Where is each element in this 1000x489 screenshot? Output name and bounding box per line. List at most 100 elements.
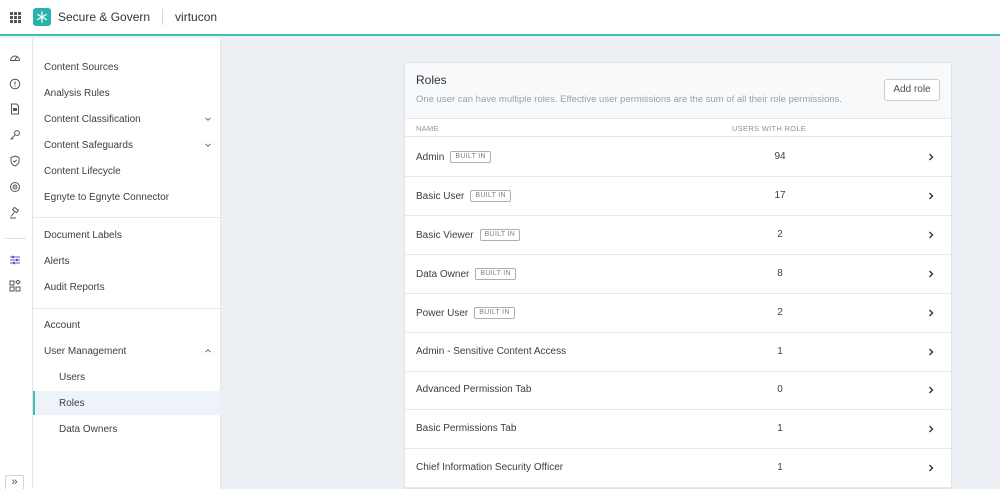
nav-item-user-management[interactable]: User Management	[33, 339, 221, 363]
roles-card-header: Roles One user can have multiple roles. …	[405, 63, 951, 119]
settings-nav: Content Sources Analysis Rules Content C…	[33, 38, 221, 489]
sliders-icon[interactable]	[8, 253, 22, 267]
page-subtitle: One user can have multiple roles. Effect…	[416, 94, 842, 105]
built-in-badge: BUILT IN	[479, 229, 521, 241]
nav-item-analysis-rules[interactable]: Analysis Rules	[33, 81, 221, 105]
users-count: 1	[777, 423, 783, 434]
built-in-badge: BUILT IN	[470, 190, 511, 202]
table-header: NAME USERS WITH ROLE	[405, 119, 951, 137]
table-row[interactable]: Admin BUILT IN 94	[405, 138, 951, 177]
brand-logo-icon	[33, 8, 51, 26]
chevron-right-icon[interactable]	[927, 385, 935, 395]
document-icon[interactable]	[8, 102, 22, 116]
nav-item-label: Data Owners	[59, 423, 118, 435]
nav-item-content-classification[interactable]: Content Classification	[33, 107, 221, 131]
role-name: Admin - Sensitive Content Access	[416, 346, 567, 357]
add-role-button[interactable]: Add role	[884, 79, 940, 101]
nav-item-label: Egnyte to Egnyte Connector	[44, 191, 170, 203]
chevron-right-icon[interactable]	[927, 308, 935, 318]
nav-item-label: Content Classification	[44, 113, 141, 125]
top-bar: Secure & Govern virtucon	[0, 0, 1000, 36]
chevron-right-icon[interactable]	[927, 230, 935, 240]
chevron-right-icon[interactable]	[927, 191, 935, 201]
table-row[interactable]: Basic Permissions Tab 1	[405, 410, 951, 449]
nav-item-label: Content Sources	[44, 61, 119, 73]
nav-item-label: Analysis Rules	[44, 87, 110, 99]
role-name: Data Owner	[416, 268, 470, 280]
nav-item-account[interactable]: Account	[33, 313, 221, 337]
chevron-right-icon[interactable]	[927, 269, 935, 279]
users-count: 0	[777, 384, 783, 395]
shield-icon[interactable]	[8, 154, 22, 168]
nav-item-egnyte-connector[interactable]: Egnyte to Egnyte Connector	[33, 185, 221, 209]
app-title: Secure & Govern	[58, 10, 151, 24]
role-name: Power User	[416, 307, 469, 319]
nav-item-content-safeguards[interactable]: Content Safeguards	[33, 133, 221, 157]
nav-item-data-owners[interactable]: Data Owners	[33, 417, 221, 441]
nav-item-label: Alerts	[44, 255, 70, 267]
nav-divider	[33, 217, 221, 218]
rail-divider	[5, 238, 26, 239]
gavel-icon[interactable]	[8, 206, 22, 220]
nav-item-document-labels[interactable]: Document Labels	[33, 223, 221, 247]
table-row[interactable]: Basic User BUILT IN 17	[405, 177, 951, 216]
chevron-down-icon	[205, 117, 211, 121]
target-icon[interactable]	[8, 180, 22, 194]
nav-item-content-sources[interactable]: Content Sources	[33, 55, 221, 79]
chevron-right-icon[interactable]	[927, 152, 935, 162]
nav-item-label: User Management	[44, 345, 127, 357]
users-count: 2	[777, 307, 783, 318]
role-name: Admin	[416, 151, 445, 163]
key-icon[interactable]	[8, 128, 22, 142]
nav-item-alerts[interactable]: Alerts	[33, 249, 221, 273]
table-row[interactable]: Chief Information Security Officer 1	[405, 449, 951, 488]
expand-rail-button[interactable]: »	[5, 475, 24, 489]
table-row[interactable]: Data Owner BUILT IN 8	[405, 255, 951, 294]
chevron-right-icon[interactable]	[927, 424, 935, 434]
users-count: 1	[777, 462, 783, 473]
built-in-badge: BUILT IN	[475, 268, 516, 280]
table-row[interactable]: Power User BUILT IN 2	[405, 294, 951, 333]
users-count: 1	[777, 346, 783, 357]
chevron-down-icon	[205, 143, 211, 147]
nav-item-label: Document Labels	[44, 229, 122, 241]
role-name: Basic User	[416, 190, 465, 202]
role-name: Advanced Permission Tab	[416, 384, 532, 395]
dashboard-icon[interactable]	[8, 51, 22, 65]
icon-rail: »	[0, 38, 33, 489]
table-row[interactable]: Basic Viewer BUILT IN 2	[405, 216, 951, 255]
built-in-badge: BUILT IN	[474, 307, 515, 319]
apps-icon[interactable]	[8, 279, 22, 293]
nav-item-label: Content Safeguards	[44, 139, 133, 151]
nav-item-roles[interactable]: Roles	[33, 391, 221, 415]
info-icon[interactable]	[8, 77, 22, 91]
app-grid-icon[interactable]	[0, 0, 30, 35]
chevron-right-icon[interactable]	[927, 347, 935, 357]
nav-item-users[interactable]: Users	[33, 365, 221, 389]
nav-divider	[33, 308, 221, 309]
role-name: Chief Information Security Officer	[416, 462, 564, 473]
table-row[interactable]: Advanced Permission Tab 0	[405, 371, 951, 410]
nav-item-audit-reports[interactable]: Audit Reports	[33, 275, 221, 299]
header-divider	[162, 9, 164, 25]
column-header-users[interactable]: USERS WITH ROLE	[732, 124, 806, 133]
nav-item-label: Account	[44, 319, 81, 331]
built-in-badge: BUILT IN	[450, 151, 491, 163]
nav-item-label: Users	[59, 371, 86, 383]
column-header-name[interactable]: NAME	[416, 124, 439, 133]
chevron-up-icon	[205, 349, 211, 353]
role-name: Basic Viewer	[416, 229, 474, 241]
users-count: 17	[774, 190, 786, 201]
table-row[interactable]: Admin - Sensitive Content Access 1	[405, 333, 951, 372]
nav-item-label: Audit Reports	[44, 281, 105, 293]
users-count: 8	[777, 268, 783, 279]
chevron-right-icon[interactable]	[927, 463, 935, 473]
tenant-name[interactable]: virtucon	[175, 10, 217, 24]
page-title: Roles	[416, 73, 447, 87]
users-count: 2	[777, 229, 783, 240]
nav-item-label: Content Lifecycle	[44, 165, 121, 177]
roles-card: Roles One user can have multiple roles. …	[404, 62, 952, 489]
nav-item-content-lifecycle[interactable]: Content Lifecycle	[33, 159, 221, 183]
role-name: Basic Permissions Tab	[416, 423, 517, 434]
users-count: 94	[774, 151, 786, 162]
